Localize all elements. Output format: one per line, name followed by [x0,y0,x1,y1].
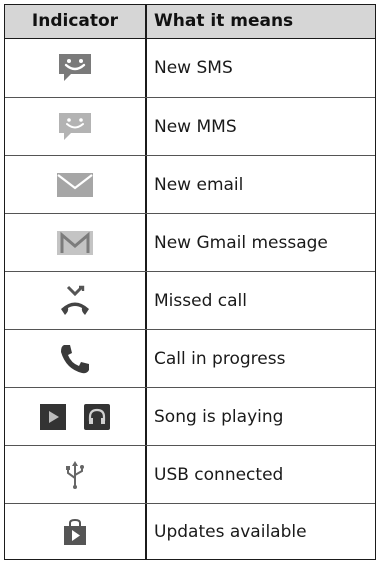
header-meaning: What it means [154,11,294,31]
table-row: New SMS [5,39,375,97]
indicator-table: Indicator What it means New SMS New MMS [4,4,376,560]
table-row: New Gmail message [5,213,375,271]
row-label: New MMS [154,116,237,137]
table-row: Song is playing [5,387,375,445]
playback-icons [5,388,145,445]
row-label: New Gmail message [154,232,328,253]
table-row: Call in progress [5,329,375,387]
missed-call-icon [5,272,145,329]
row-label: Song is playing [154,406,284,427]
table-row: Missed call [5,271,375,329]
row-label: Updates available [154,521,307,542]
table-row: Updates available [5,503,375,559]
play-icon [40,403,66,430]
row-label: Missed call [154,290,247,311]
table-row: New MMS [5,97,375,155]
store-bag-icon [5,504,145,559]
table-header: Indicator What it means [5,5,375,39]
email-envelope-icon [5,156,145,213]
phone-handset-icon [5,330,145,387]
header-indicator: Indicator [31,11,119,31]
gmail-icon [5,214,145,271]
sms-smile-icon [5,39,145,97]
row-label: New email [154,174,244,195]
mms-smile-icon [5,98,145,155]
table-row: USB connected [5,445,375,503]
table-row: New email [5,155,375,213]
usb-icon [5,446,145,503]
row-label: USB connected [154,464,284,485]
headphones-icon [84,403,110,430]
row-label: New SMS [154,58,233,78]
row-label: Call in progress [154,348,286,369]
